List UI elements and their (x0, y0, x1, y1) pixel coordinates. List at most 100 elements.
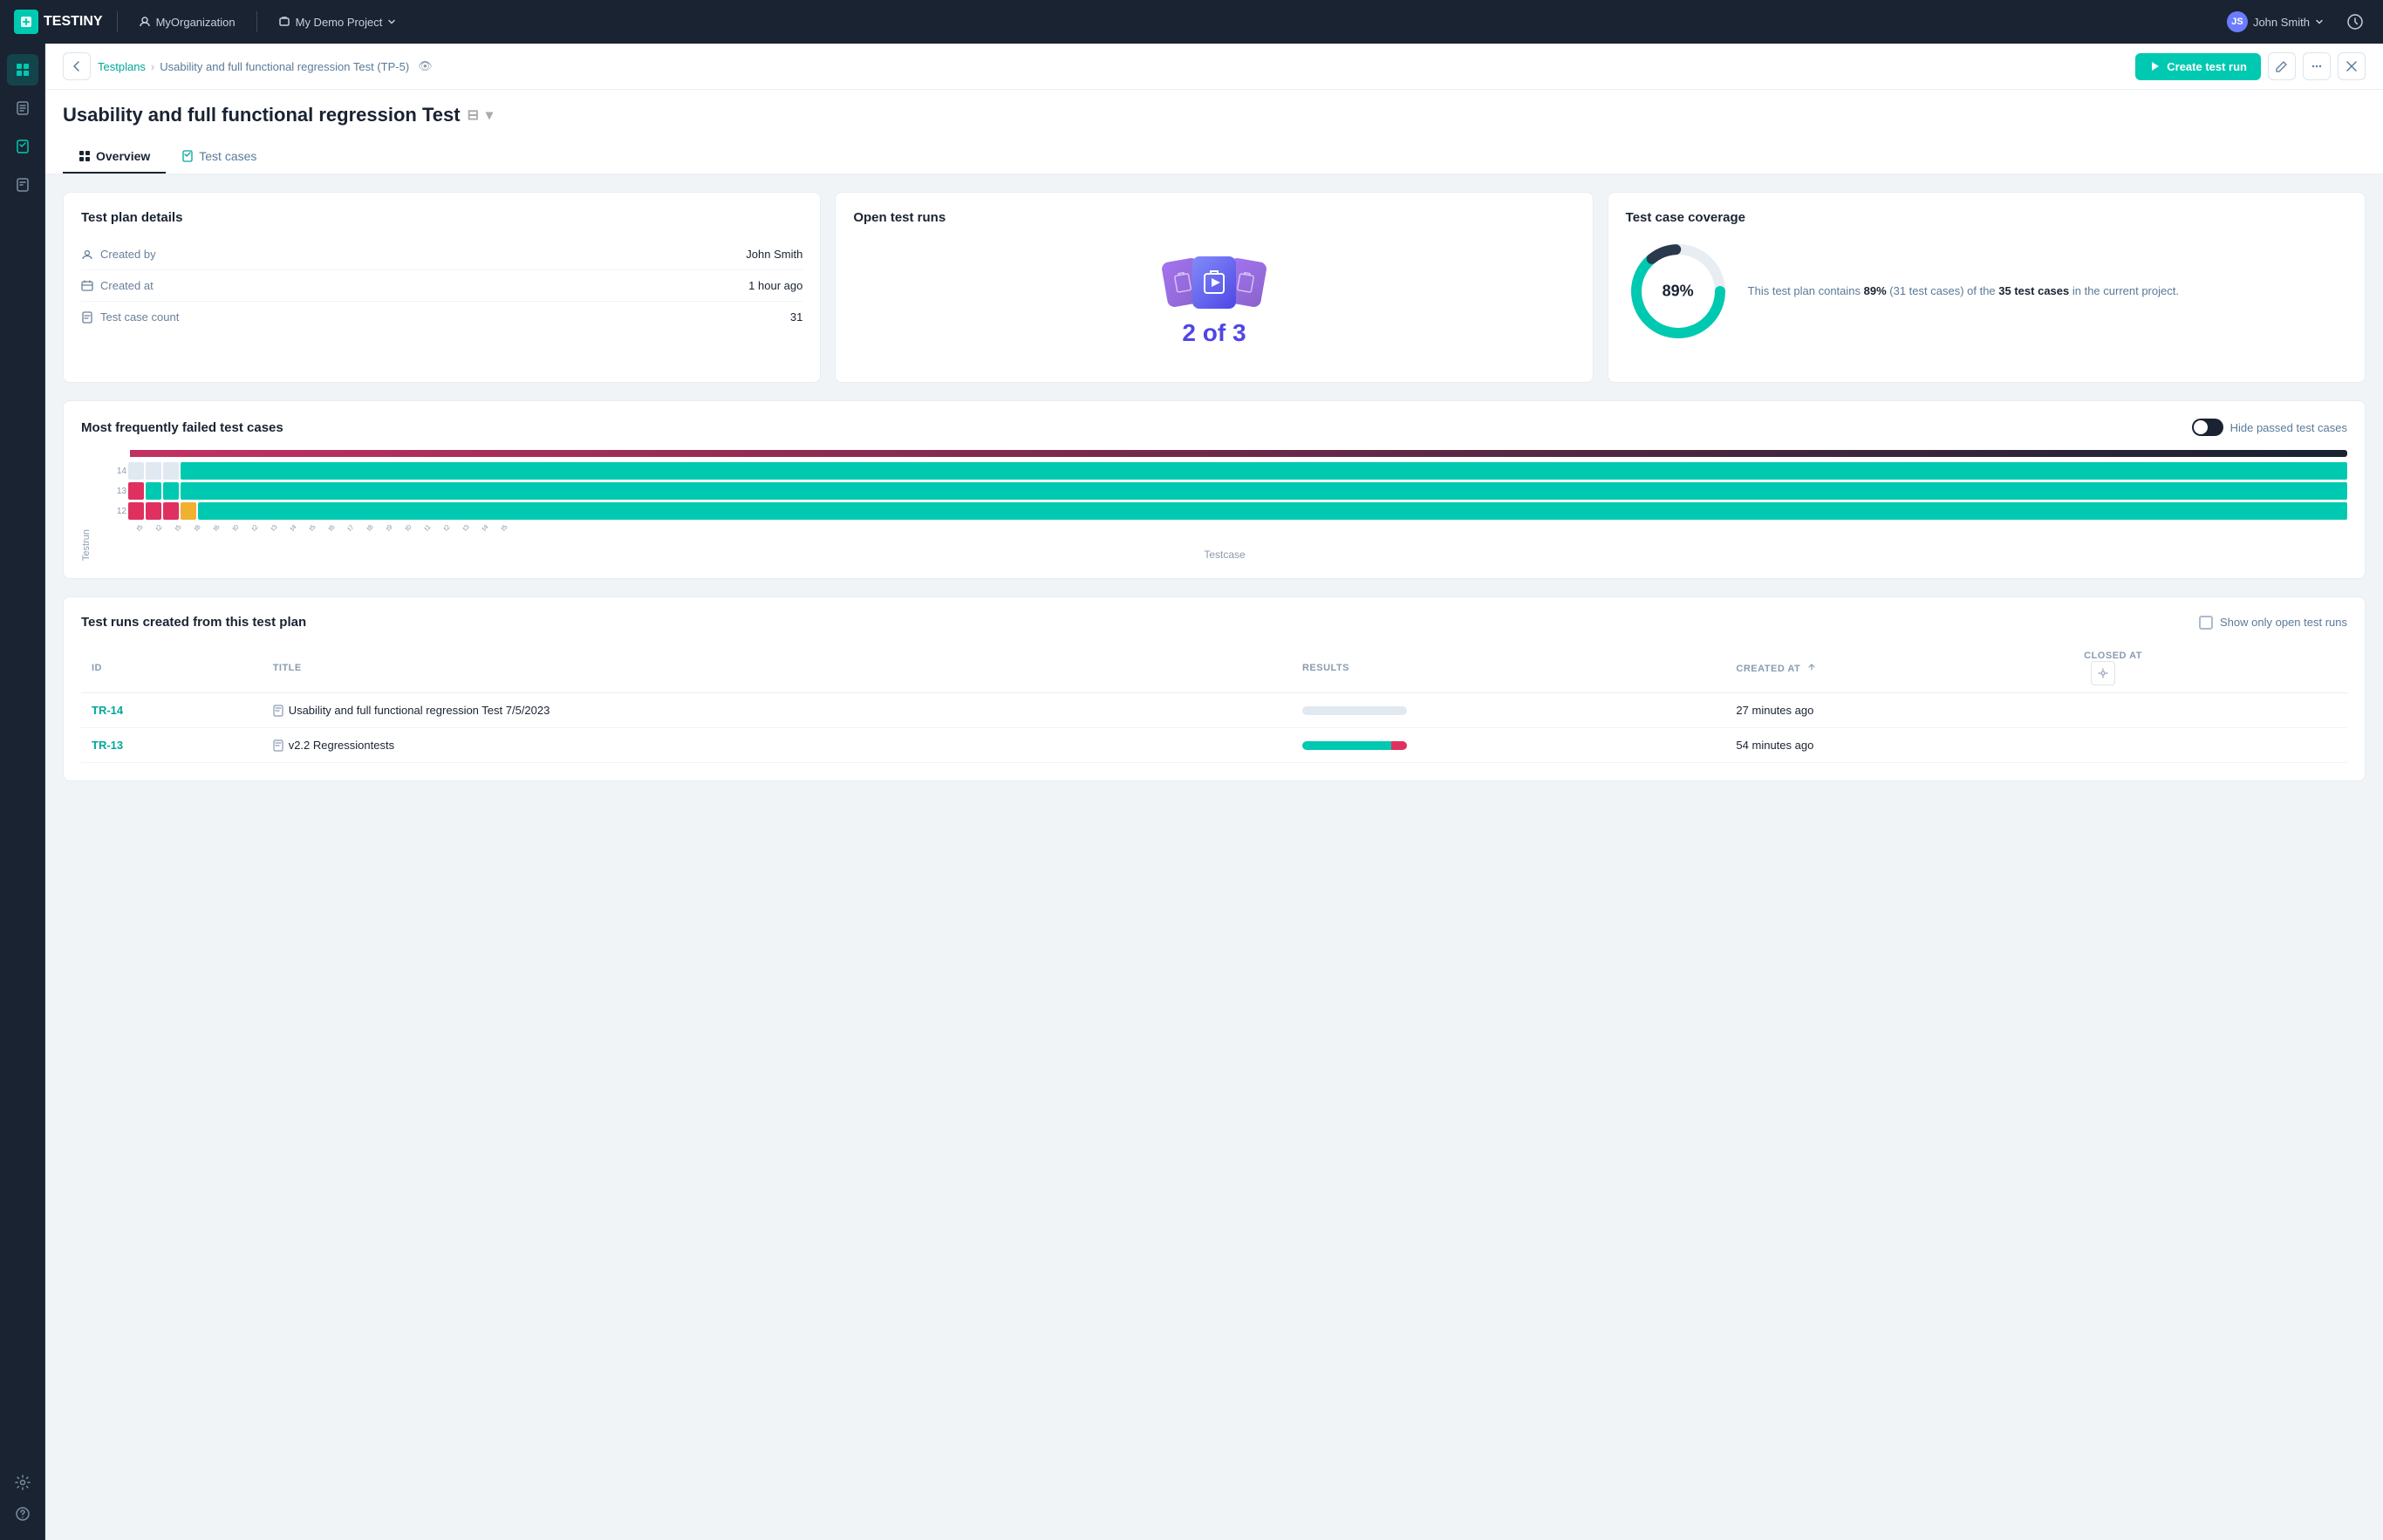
sidebar-icon-settings[interactable] (7, 1467, 38, 1498)
tab-test-cases-label: Test cases (199, 149, 256, 163)
x-label: t2 (438, 525, 456, 533)
tr-13-created-at: 54 minutes ago (1736, 739, 1813, 752)
x-label: t9 (380, 525, 399, 533)
tr-14-title-cell: Usability and full functional regression… (273, 704, 1281, 717)
sidebar-icon-help[interactable] (7, 1498, 38, 1530)
tr-14-results-gray (1302, 706, 1407, 715)
project-nav-item[interactable]: My Demo Project (271, 12, 404, 32)
create-test-run-label: Create test run (2167, 60, 2247, 73)
clipboard-icon-left (1172, 270, 1193, 294)
overview-tab-icon (79, 150, 91, 162)
created-at-label: Created at (81, 279, 748, 292)
row-label-14: 14 (102, 467, 126, 476)
more-button[interactable] (2303, 52, 2331, 80)
back-button[interactable] (63, 52, 91, 80)
page-header: Usability and full functional regression… (45, 90, 2383, 174)
toggle-knob (2194, 420, 2208, 434)
sort-icon[interactable] (1807, 663, 1816, 671)
user-initials: JS (2231, 17, 2243, 27)
x-label: t5 (495, 525, 514, 533)
test-case-count-value: 31 (790, 310, 802, 324)
tr-13-title-cell: v2.2 Regressiontests (273, 739, 1281, 752)
close-icon (2346, 61, 2357, 72)
tabs: Overview Test cases (63, 140, 2366, 174)
run-count: 2 of 3 (1182, 319, 1246, 347)
eye-icon: 👁 (418, 59, 433, 73)
play-clipboard-icon (1202, 270, 1226, 295)
row-12-cells (128, 502, 2347, 520)
table-title: Test runs created from this test plan (81, 615, 306, 630)
more-icon (2311, 60, 2323, 72)
x-label: t0 (227, 525, 245, 533)
content-area: Test plan details Created by John Smith (45, 174, 2383, 799)
play-icon (2149, 60, 2161, 72)
user-chevron-icon (2315, 17, 2324, 26)
breadcrumb: Testplans › Usability and full functiona… (98, 59, 433, 73)
col-title: TITLE (263, 644, 1292, 693)
created-by-label: Created by (81, 248, 746, 261)
tab-overview-label: Overview (96, 149, 150, 163)
tab-test-cases[interactable]: Test cases (166, 140, 272, 174)
clipboard-icon-right (1235, 270, 1256, 294)
cell (163, 502, 179, 520)
hide-passed-toggle[interactable] (2192, 419, 2223, 436)
user-avatar: JS (2227, 11, 2248, 32)
tr-13-results-red (1391, 741, 1407, 750)
coverage-percentage: 89% (1663, 283, 1694, 301)
tr-14-link[interactable]: TR-14 (92, 704, 123, 717)
left-sidebar (0, 44, 45, 1540)
created-at-value: 1 hour ago (748, 279, 802, 292)
breadcrumb-parent[interactable]: Testplans (98, 60, 146, 73)
x-label: t5 (304, 525, 322, 533)
main-content: Testplans › Usability and full functiona… (45, 44, 2383, 1540)
test-plan-details-card: Test plan details Created by John Smith (63, 192, 821, 383)
tr-13-link[interactable]: TR-13 (92, 739, 123, 752)
sidebar-icon-testcases[interactable] (7, 131, 38, 162)
cell (163, 482, 179, 500)
document-icon-2 (273, 739, 283, 752)
row-label-12: 12 (102, 507, 126, 516)
column-settings-button[interactable] (2091, 661, 2115, 685)
page-title-container: Usability and full functional regression… (63, 104, 2366, 126)
app-name: TESTINY (44, 14, 103, 30)
x-label: t1 (419, 525, 437, 533)
run-icon-center (1192, 256, 1236, 309)
x-label: t6 (208, 525, 226, 533)
cell-yellow (181, 502, 196, 520)
copy-icon[interactable]: ⊟ (468, 106, 479, 124)
notifications-icon[interactable] (2341, 8, 2369, 36)
edit-button[interactable] (2268, 52, 2296, 80)
open-test-runs-title: Open test runs (853, 210, 1574, 225)
sidebar-icon-dashboard[interactable] (7, 54, 38, 85)
app-logo[interactable]: TESTINY (14, 10, 103, 34)
tr-14-created-at: 27 minutes ago (1736, 704, 1813, 717)
breadcrumb-current: Usability and full functional regression… (160, 60, 409, 73)
page-title-text: Usability and full functional regression… (63, 104, 461, 126)
sidebar-icon-requirements[interactable] (7, 92, 38, 124)
x-label: t3 (265, 525, 283, 533)
created-by-row: Created by John Smith (81, 239, 802, 270)
table-header-row: Test runs created from this test plan Sh… (81, 615, 2347, 630)
tab-overview[interactable]: Overview (63, 140, 166, 174)
chevron-down-icon[interactable]: ▾ (486, 106, 493, 124)
cell (146, 462, 161, 480)
org-nav-item[interactable]: MyOrganization (132, 12, 242, 32)
x-label: t6 (323, 525, 341, 533)
cell-teal-wide (181, 462, 2347, 480)
test-runs-table-section: Test runs created from this test plan Sh… (63, 596, 2366, 781)
breadcrumb-bar: Testplans › Usability and full functiona… (45, 44, 2383, 90)
x-label: t0 (399, 525, 418, 533)
y-axis-label: Testrun (81, 503, 95, 561)
user-menu[interactable]: JS John Smith (2220, 8, 2331, 36)
chart-content: Testrun 14 (81, 450, 2347, 561)
cell (163, 462, 179, 480)
nav-divider-2 (256, 11, 257, 32)
cell-teal-wide (198, 502, 2347, 520)
project-chevron-icon (387, 17, 396, 26)
close-button[interactable] (2338, 52, 2366, 80)
sidebar-icon-testplans[interactable] (7, 169, 38, 201)
show-open-checkbox[interactable] (2199, 616, 2213, 630)
create-test-run-button[interactable]: Create test run (2135, 53, 2261, 80)
open-runs-content: 2 of 3 (853, 239, 1574, 365)
nav-divider-1 (117, 11, 118, 32)
